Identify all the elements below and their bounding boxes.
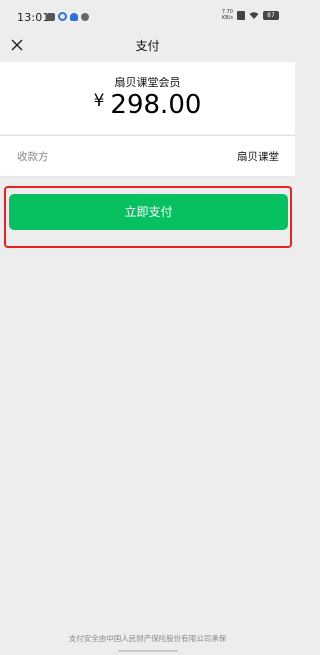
app-circle-icon xyxy=(58,12,67,21)
status-time: 13:01 xyxy=(17,11,50,24)
amount-value: 298.00 xyxy=(110,90,202,120)
currency-symbol: ¥ xyxy=(93,91,105,111)
network-speed: 7.70 KB/s xyxy=(222,9,233,21)
amount-card: 扇贝课堂会员 ¥298.00 xyxy=(0,62,295,134)
wifi-icon xyxy=(249,11,259,20)
payment-amount: ¥298.00 xyxy=(0,90,295,120)
home-indicator[interactable] xyxy=(118,650,178,652)
footer-insurance-text: 支付安全由中国人民财产保险股份有限公司承保 xyxy=(68,634,227,643)
pay-now-button[interactable]: 立即支付 xyxy=(9,194,288,230)
payee-label: 收款方 xyxy=(17,151,49,163)
app-icon xyxy=(81,12,89,21)
sim-icon xyxy=(237,10,245,20)
page-title: 支付 xyxy=(135,39,160,53)
notification-icons xyxy=(47,12,89,21)
product-name: 扇贝课堂会员 xyxy=(114,76,181,89)
status-right: 7.70 KB/s 87 xyxy=(222,9,279,21)
battery-icon: 87 xyxy=(263,10,279,20)
payee-row: 收款方 扇贝课堂 xyxy=(0,135,295,177)
message-icon xyxy=(47,12,55,21)
network-speed-unit: KB/s xyxy=(221,15,233,21)
person-icon xyxy=(70,12,78,21)
nav-bar: 支付 xyxy=(0,34,295,56)
status-bar: 13:01 7.70 KB/s 87 xyxy=(0,0,295,34)
payee-value: 扇贝课堂 xyxy=(237,151,279,163)
